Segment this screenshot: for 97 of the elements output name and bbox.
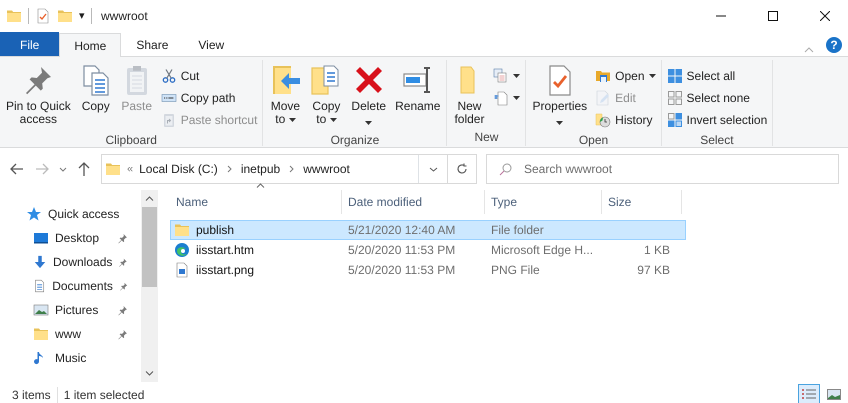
date-cell-text: 5/20/2020 11:53 PM (347, 242, 456, 259)
group-label: Organize (330, 132, 380, 149)
star-icon (26, 206, 42, 222)
ribbon-tab[interactable]: Home (59, 33, 122, 57)
chevron-down-icon (428, 166, 438, 172)
browser-icon (174, 242, 190, 258)
chevron-icon[interactable] (289, 165, 294, 173)
squares-icon (666, 112, 683, 128)
ribbon-button[interactable]: Copy to (307, 62, 346, 131)
type-cell-text: PNG File (490, 262, 541, 279)
ribbon-tab[interactable]: View (183, 32, 240, 56)
scrollbar-thumb[interactable] (142, 207, 157, 287)
item-count: 3 items (12, 386, 51, 403)
caret-icon (365, 120, 372, 125)
folder-window-icon (595, 68, 612, 84)
sidebar-item[interactable]: www (0, 322, 140, 346)
download-icon (33, 254, 47, 270)
view-button[interactable] (798, 384, 820, 403)
breadcrumb[interactable]: Local Disk (C:) (136, 160, 221, 178)
desktop-icon (33, 230, 49, 246)
search-field[interactable]: Search wwwroot (486, 154, 839, 184)
file-row[interactable]: publish 5/21/2020 12:40 AM File folder (170, 220, 686, 240)
ribbon-button[interactable]: Cut (158, 65, 260, 87)
ribbon-tab[interactable]: Share (121, 32, 184, 56)
toolbar-dropdown[interactable]: ▾ (79, 8, 85, 24)
folder-icon (105, 161, 121, 177)
file-name: iisstart.png (196, 262, 254, 279)
file-name: publish (196, 222, 234, 239)
ribbon-button[interactable]: Pin to Quick access (3, 62, 74, 131)
sidebar-item[interactable]: Music (0, 346, 140, 370)
search-icon (499, 162, 512, 176)
size-cell: 97 KB (637, 263, 670, 277)
folder-icon (57, 8, 73, 24)
clock-folder-icon (595, 112, 612, 128)
ribbon-button[interactable]: History (593, 109, 658, 131)
column-header[interactable]: Date modified (342, 190, 485, 214)
page-icon (493, 90, 510, 106)
sidebar-item[interactable]: Downloads (0, 250, 140, 274)
ribbon-button[interactable]: Properties (529, 62, 590, 131)
sidebar-item[interactable]: Quick access (0, 202, 140, 226)
ribbon-button[interactable]: Select none (664, 87, 770, 109)
file-row[interactable]: iisstart.png 5/20/2020 11:53 PM PNG File 97 KB (170, 260, 686, 280)
folder-icon (33, 326, 49, 342)
help-button[interactable]: ? (826, 37, 842, 53)
collapse-ribbon-icon[interactable] (804, 47, 814, 53)
thumbnail-view-icon (827, 389, 841, 400)
properties-icon (35, 8, 51, 24)
document-icon (33, 278, 46, 294)
window-title: wwwroot (101, 8, 148, 25)
ribbon-button[interactable]: Delete (348, 62, 390, 131)
file-name: iisstart.htm (196, 242, 254, 259)
ribbon-button[interactable]: Open (593, 65, 658, 87)
sidebar-item[interactable]: Desktop (0, 226, 140, 250)
ribbon-button[interactable]: Copy (76, 62, 115, 131)
refresh-icon (456, 163, 468, 175)
image-file-icon (174, 262, 190, 278)
file-tab[interactable]: File (0, 32, 60, 56)
date-cell-text: 5/21/2020 12:40 AM (347, 222, 456, 239)
file-row[interactable]: iisstart.htm 5/20/2020 11:53 PM Microsoft Edge H... 1 KB (170, 240, 686, 260)
scroll-up-button[interactable] (145, 196, 154, 201)
ribbon-button[interactable]: Select all (664, 65, 770, 87)
details-view-icon (801, 388, 817, 402)
date-cell-text: 5/20/2020 11:53 PM (347, 262, 456, 279)
close-icon (820, 11, 830, 21)
folder-icon (6, 8, 22, 24)
scroll-down-button[interactable] (145, 371, 154, 376)
type-cell-text: Microsoft Edge H... (490, 242, 594, 259)
pictures-icon (33, 302, 49, 318)
group-label: New (473, 129, 500, 146)
sidebar-item[interactable]: Documents (0, 274, 140, 298)
caret-icon (556, 120, 564, 125)
column-header[interactable]: Type (485, 190, 602, 214)
column-header[interactable]: Size (602, 190, 682, 214)
pencil-page-icon (595, 90, 612, 106)
column-header[interactable]: Name (170, 190, 342, 214)
squares-icon (666, 90, 683, 106)
squares-icon (666, 68, 683, 84)
group-label: Select (699, 132, 735, 149)
size-cell: 1 KB (644, 243, 670, 257)
scissors-icon (160, 68, 177, 84)
breadcrumb[interactable]: inetpub (238, 160, 284, 178)
overflow-chevron[interactable]: « (127, 160, 134, 178)
new-item-icon (493, 68, 510, 84)
breadcrumb[interactable]: wwwroot (300, 160, 353, 178)
ribbon-button[interactable]: New folder (450, 62, 488, 128)
ribbon-button[interactable]: Rename (392, 62, 444, 131)
type-cell-text: File folder (490, 222, 545, 239)
ribbon-button[interactable]: Copy path (158, 87, 260, 109)
ribbon-button[interactable]: Move to (266, 62, 304, 131)
selection-count: 1 item selected (64, 386, 144, 403)
chevron-icon[interactable] (226, 165, 232, 173)
group-label: Open (578, 132, 610, 149)
group-label: Clipboard (104, 132, 158, 149)
maximize-icon (768, 11, 778, 21)
folder-icon (174, 222, 190, 238)
sidebar-item[interactable]: Pictures (0, 298, 140, 322)
ribbon-button[interactable]: Invert selection (664, 109, 770, 131)
